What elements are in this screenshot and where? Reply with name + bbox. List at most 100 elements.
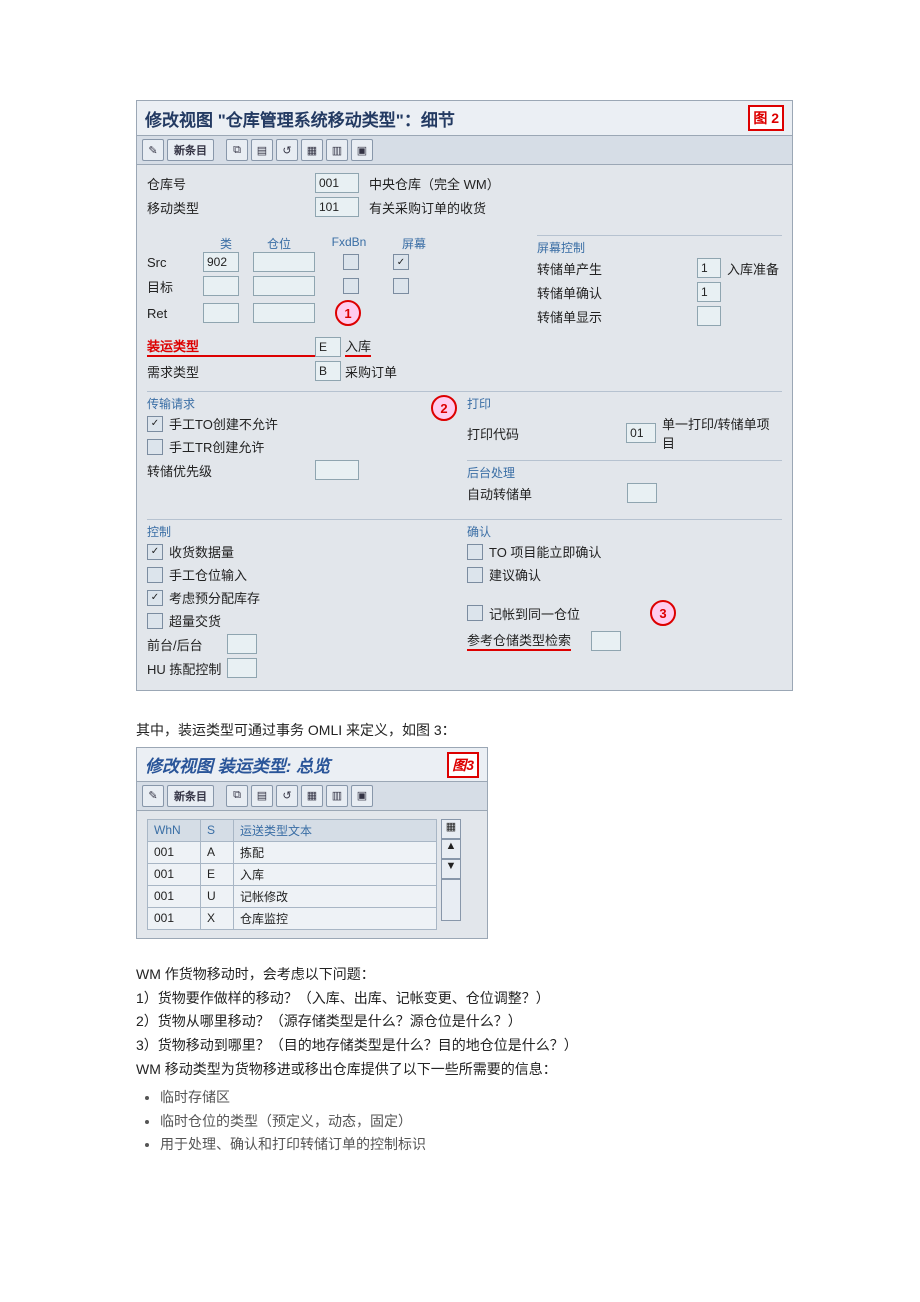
dst-fxdbn-check[interactable] xyxy=(343,278,359,294)
bg-title: 后台处理 xyxy=(467,460,782,481)
list-item: 临时仓位的类型（预定义，动态，固定） xyxy=(160,1110,920,1134)
gr-check[interactable]: ✓ xyxy=(147,544,163,560)
manual-tr-label: 手工TR创建允许 xyxy=(169,437,264,456)
src-scr-check[interactable]: ✓ xyxy=(393,254,409,270)
warehouse-label: 仓库号 xyxy=(147,174,315,193)
para: 1）货物要作做样的移动？（入库、出库、记帐变更、仓位调整？） xyxy=(136,987,920,1011)
select-icon[interactable]: ▥ xyxy=(326,785,348,807)
manual-to-check[interactable]: ✓ xyxy=(147,416,163,432)
req-val[interactable]: B xyxy=(315,361,341,381)
fgbg-label: 前台/后台 xyxy=(147,635,227,654)
list-item: 用于处理、确认和打印转储订单的控制标识 xyxy=(160,1133,920,1157)
th-text: 运送类型文本 xyxy=(234,819,437,841)
delim-icon[interactable]: ▦ xyxy=(301,785,323,807)
scrollbar: ▦ ▲ ▼ xyxy=(441,819,461,930)
select-icon[interactable]: ▥ xyxy=(326,139,348,161)
undo-icon[interactable]: ↺ xyxy=(276,139,298,161)
ship-val[interactable]: E xyxy=(315,337,341,357)
delim-icon[interactable]: ▦ xyxy=(301,139,323,161)
movetype-desc: 有关采购订单的收货 xyxy=(369,198,486,217)
copy-icon[interactable]: ⧉ xyxy=(226,139,248,161)
ctrl-title: 控制 xyxy=(147,519,467,540)
req-desc: 采购订单 xyxy=(345,362,397,381)
ret-type-input[interactable] xyxy=(203,303,239,323)
manual-to-label: 手工TO创建不允许 xyxy=(169,414,278,433)
scroll-track[interactable] xyxy=(441,879,461,921)
prealloc-check[interactable]: ✓ xyxy=(147,590,163,606)
hu-input[interactable] xyxy=(227,658,257,678)
fgbg-input[interactable] xyxy=(227,634,257,654)
save-icon[interactable]: ▤ xyxy=(251,139,273,161)
col-scr: 屏幕 xyxy=(389,235,439,252)
ref-input[interactable] xyxy=(591,631,621,651)
dst-bin-input[interactable] xyxy=(253,276,315,296)
dst-type-input[interactable] xyxy=(203,276,239,296)
scroll-down-icon[interactable]: ▼ xyxy=(441,859,461,879)
to-gen-desc: 入库准备 xyxy=(727,259,779,278)
scroll-up-icon[interactable]: ▲ xyxy=(441,839,461,859)
priority-input[interactable] xyxy=(315,460,359,480)
form-body: 仓库号 001 中央仓库（完全 WM） 移动类型 101 有关采购订单的收货 类… xyxy=(137,165,792,690)
movetype-label: 移动类型 xyxy=(147,198,315,217)
new-entry-button[interactable]: 新条目 xyxy=(167,139,214,161)
form-icon[interactable]: ▣ xyxy=(351,139,373,161)
fig3-badge: 图3 xyxy=(447,752,479,778)
copy-icon[interactable]: ⧉ xyxy=(226,785,248,807)
new-entry-button[interactable]: 新条目 xyxy=(167,785,214,807)
imm-check[interactable] xyxy=(467,544,483,560)
window-titlebar: 修改视图 "仓库管理系统移动类型"：细节 图 2 xyxy=(137,101,792,136)
src-type-input[interactable]: 902 xyxy=(203,252,239,272)
ship-label: 装运类型 xyxy=(147,336,315,357)
callout-2: 2 xyxy=(431,395,457,421)
row-ret: Ret xyxy=(147,306,203,321)
th-whn: WhN xyxy=(148,819,201,841)
toggle-icon[interactable]: ✎ xyxy=(142,139,164,161)
ship-desc: 入库 xyxy=(345,336,371,357)
table-row: 001X仓库监控 xyxy=(148,907,437,929)
movetype-input[interactable]: 101 xyxy=(315,197,359,217)
priority-label: 转储优先级 xyxy=(147,461,315,480)
form-icon[interactable]: ▣ xyxy=(351,785,373,807)
save-icon[interactable]: ▤ xyxy=(251,785,273,807)
sug-check[interactable] xyxy=(467,567,483,583)
warehouse-input[interactable]: 001 xyxy=(315,173,359,193)
manbin-label: 手工仓位输入 xyxy=(169,565,247,584)
hu-label: HU 拣配控制 xyxy=(147,659,227,678)
th-s: S xyxy=(201,819,234,841)
to-conf-label: 转储单确认 xyxy=(537,283,697,302)
req-label: 需求类型 xyxy=(147,362,315,381)
mid-text: 其中，装运类型可通过事务 OMLI 来定义，如图 3： xyxy=(136,719,920,743)
to-disp-val[interactable] xyxy=(697,306,721,326)
undo-icon[interactable]: ↺ xyxy=(276,785,298,807)
page-root: 修改视图 "仓库管理系统移动类型"：细节 图 2 ✎ 新条目 ⧉ ▤ ↺ ▦ ▥… xyxy=(0,0,920,1197)
manbin-check[interactable] xyxy=(147,567,163,583)
src-fxdbn-check[interactable] xyxy=(343,254,359,270)
dst-scr-check[interactable] xyxy=(393,278,409,294)
printcode-val[interactable]: 01 xyxy=(626,423,656,443)
print-title: 打印 xyxy=(467,391,782,412)
ref-label: 参考仓储类型检索 xyxy=(467,630,571,651)
sap-view-shipment-type: 修改视图 装运类型: 总览 图3 ✎ 新条目 ⧉ ▤ ↺ ▦ ▥ ▣ WhN S… xyxy=(136,747,488,939)
auto-to-input[interactable] xyxy=(627,483,657,503)
screenctl-title: 屏幕控制 xyxy=(537,235,782,256)
table-row: 001U记帐修改 xyxy=(148,885,437,907)
layout-icon[interactable]: ▦ xyxy=(441,819,461,839)
sap-view-movement-type: 修改视图 "仓库管理系统移动类型"：细节 图 2 ✎ 新条目 ⧉ ▤ ↺ ▦ ▥… xyxy=(136,100,793,691)
manual-tr-check[interactable] xyxy=(147,439,163,455)
table-row: 001E入库 xyxy=(148,863,437,885)
fig3-body: WhN S 运送类型文本 001A拣配 001E入库 001U记帐修改 001X… xyxy=(137,811,487,938)
window-title: 修改视图 "仓库管理系统移动类型"：细节 xyxy=(145,106,455,131)
to-gen-val[interactable]: 1 xyxy=(697,258,721,278)
same-check[interactable] xyxy=(467,605,483,621)
over-check[interactable] xyxy=(147,613,163,629)
auto-to-label: 自动转储单 xyxy=(467,484,627,503)
toggle-icon[interactable]: ✎ xyxy=(142,785,164,807)
over-label: 超量交货 xyxy=(169,611,221,630)
toolbar: ✎ 新条目 ⧉ ▤ ↺ ▦ ▥ ▣ xyxy=(137,136,792,165)
src-bin-input[interactable] xyxy=(253,252,315,272)
col-bin: 仓位 xyxy=(249,235,309,252)
printcode-label: 打印代码 xyxy=(467,424,626,443)
ret-bin-input[interactable] xyxy=(253,303,315,323)
fig3-toolbar: ✎ 新条目 ⧉ ▤ ↺ ▦ ▥ ▣ xyxy=(137,782,487,811)
to-conf-val[interactable]: 1 xyxy=(697,282,721,302)
